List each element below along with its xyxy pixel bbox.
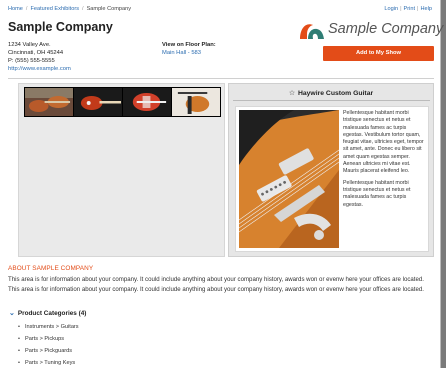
featured-product-card: Pellentesque habitant morbi tristique se… — [235, 106, 429, 252]
featured-product-image — [239, 110, 339, 248]
guitar-thumb-2[interactable] — [74, 88, 123, 116]
breadcrumb-home[interactable]: Home — [8, 6, 23, 12]
about-heading: ABOUT SAMPLE COMPANY — [8, 265, 94, 272]
print-link[interactable]: Print — [404, 6, 416, 12]
featured-product-description: Pellentesque habitant morbi tristique se… — [343, 110, 427, 213]
breadcrumb-separator: / — [25, 6, 28, 12]
help-link[interactable]: Help — [420, 6, 432, 12]
featured-product: ☆ Haywire Custom Guitar Pellentesque hab… — [228, 83, 434, 257]
featured-product-heading: ☆ Haywire Custom Guitar — [229, 89, 433, 97]
category-item[interactable]: Parts > Tuning Keys — [18, 357, 79, 368]
about-text: This area is for information about your … — [8, 276, 424, 293]
wave-logo-icon — [300, 24, 324, 39]
breadcrumb-featured-exhibitors[interactable]: Featured Exhibitors — [30, 6, 79, 12]
chevron-down-icon: ⌄ — [9, 310, 15, 317]
guitar-thumb-3[interactable] — [123, 88, 172, 116]
breadcrumb: Home / Featured Exhibitors / Sample Company — [8, 6, 131, 12]
featured-product-title: Haywire Custom Guitar — [297, 90, 374, 97]
guitar-thumb-4[interactable] — [172, 88, 220, 116]
exhibitor-page: Home / Featured Exhibitors / Sample Company … — [0, 0, 443, 368]
header-divider — [8, 78, 434, 79]
company-phone: P: (555) 555-5555 — [8, 58, 55, 64]
description-paragraph-2: Pellentesque habitant morbi tristique se… — [343, 179, 411, 208]
category-item[interactable]: Instruments > Guitars — [18, 321, 79, 333]
breadcrumb-separator: / — [82, 6, 84, 12]
address-line-2: Cincinnati, OH 45244 — [8, 50, 64, 56]
breadcrumb-current: Sample Company — [86, 6, 132, 12]
category-item[interactable]: Parts > Pickguards — [18, 345, 79, 357]
floor-plan: View on Floor Plan: Main Hall - 583 — [162, 41, 216, 57]
star-outline-icon[interactable]: ☆ — [289, 90, 295, 97]
company-name: Sample Company — [8, 20, 113, 34]
screen: Home / Featured Exhibitors / Sample Company … — [0, 0, 446, 368]
login-link[interactable]: Login — [384, 6, 398, 12]
utility-separator: | — [400, 6, 402, 12]
product-categories-heading: Product Categories (4) — [17, 310, 87, 317]
description-paragraph-1: Pellentesque habitant morbi tristique se… — [343, 110, 424, 175]
utility-links: Login | Print | Help — [384, 6, 432, 12]
product-categories-toggle[interactable]: ⌄ Product Categories (4) — [9, 309, 86, 317]
category-item[interactable]: Parts > Pickups — [18, 333, 79, 345]
add-to-my-show-button[interactable]: Add to My Show — [323, 46, 434, 61]
company-logo: Sample Company — [298, 20, 443, 42]
featured-divider — [233, 100, 430, 101]
logo-text: Sample Company — [328, 21, 444, 37]
floor-plan-label: View on Floor Plan: — [162, 42, 216, 48]
photo-gallery — [18, 83, 225, 257]
company-website-link[interactable]: http://www.example.com — [8, 65, 71, 73]
guitar-thumb-1[interactable] — [25, 88, 74, 116]
address-line-1: 1234 Valley Ave. — [8, 42, 51, 48]
floor-plan-link[interactable]: Main Hall - 583 — [162, 49, 216, 57]
utility-separator: | — [417, 6, 419, 12]
thumbnail-strip — [24, 87, 221, 117]
company-address: 1234 Valley Ave. Cincinnati, OH 45244 P:… — [8, 41, 71, 73]
product-categories-list: Instruments > Guitars Parts > Pickups Pa… — [18, 321, 79, 368]
